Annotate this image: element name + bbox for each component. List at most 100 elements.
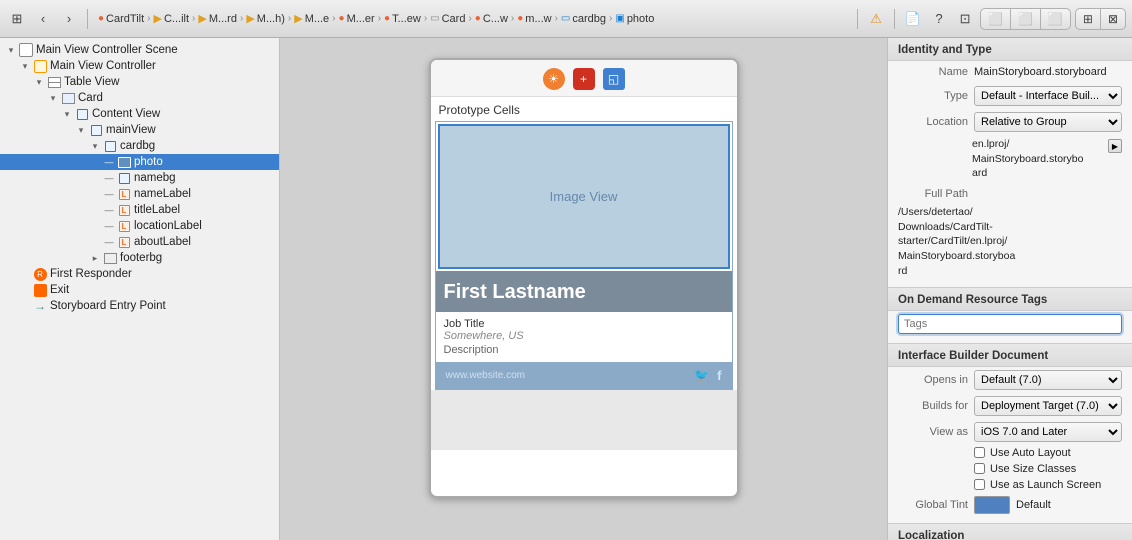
tree-toggle-cardbg[interactable]: ▾ — [88, 141, 102, 152]
tree-item-namelabel[interactable]: — L nameLabel — [0, 186, 279, 202]
tree-item-scene[interactable]: ▾ Main View Controller Scene — [0, 42, 279, 58]
tree-toggle-namelabel[interactable]: — — [102, 189, 116, 199]
tree-item-vc[interactable]: ▾ Main View Controller — [0, 58, 279, 74]
tree-item-footerbg[interactable]: ▸ footerbg — [0, 250, 279, 266]
panel-center-btn[interactable]: ⬜ — [1011, 9, 1041, 29]
tree-toggle-locationlabel[interactable]: — — [102, 221, 116, 231]
opens-in-select[interactable]: Default (7.0) — [974, 370, 1122, 390]
breadcrumb-label-5: M...er — [347, 13, 375, 25]
browse-button[interactable]: ▶ — [1108, 139, 1122, 153]
breadcrumb-item-8[interactable]: ● C...w — [472, 11, 511, 27]
tree-toggle-aboutlabel[interactable]: — — [102, 237, 116, 247]
bottom-gray-area — [431, 390, 737, 450]
twitter-icon: 🐦 — [694, 368, 709, 383]
auto-layout-checkbox[interactable] — [974, 447, 985, 458]
size-classes-checkbox[interactable] — [974, 463, 985, 474]
device-toolbar: ☀ + ◱ — [431, 60, 737, 97]
tree-item-firstresponder[interactable]: R First Responder — [0, 266, 279, 282]
view-as-select[interactable]: iOS 7.0 and Later — [974, 422, 1122, 442]
device-frame: ☀ + ◱ Prototype Cells Image View First L… — [429, 58, 739, 498]
breadcrumb-item-0[interactable]: ● CardTilt — [95, 11, 147, 27]
tree-item-photo[interactable]: — photo — [0, 154, 279, 170]
short-path-row: en.lproj/MainStoryboard.storyboard ▶ — [888, 135, 1132, 183]
card-prototype[interactable]: Image View First Lastname Job Title Some… — [435, 121, 733, 390]
breadcrumb-item-6[interactable]: ● T...ew — [381, 11, 424, 27]
tree-label-entry: Storyboard Entry Point — [50, 300, 166, 312]
exit-icon — [32, 283, 48, 297]
swift-icon-8: ● — [475, 13, 481, 24]
tree-label-cardbg: cardbg — [120, 140, 155, 152]
breadcrumb-item-3[interactable]: ▶ M...h) — [243, 10, 288, 27]
tree-toggle-vc[interactable]: ▾ — [18, 61, 32, 72]
tree-label-titlelabel: titleLabel — [134, 204, 180, 216]
back-button[interactable]: ‹ — [32, 8, 54, 30]
type-select[interactable]: Default - Interface Buil... — [974, 86, 1122, 106]
device-icon-sun[interactable]: ☀ — [543, 68, 565, 90]
breadcrumb-item-4[interactable]: ▶ M...e — [291, 10, 332, 27]
cell-icon — [60, 91, 76, 105]
view-icon-bc: ▭ — [561, 13, 570, 24]
breadcrumb-item-9[interactable]: ● m...w — [514, 11, 554, 27]
sep-right2 — [894, 9, 895, 29]
tree-toggle-contentview[interactable]: ▾ — [60, 109, 74, 120]
name-bar: First Lastname — [436, 271, 732, 312]
name-row: Name MainStoryboard.storyboard — [888, 61, 1132, 83]
editor-standard-btn[interactable]: ⊞ — [1076, 9, 1101, 29]
breadcrumb-item-1[interactable]: ▶ C...ilt — [151, 10, 193, 27]
view-as-row: View as iOS 7.0 and Later — [888, 419, 1132, 445]
canvas-area: ☀ + ◱ Prototype Cells Image View First L… — [280, 38, 887, 540]
description-label: Description — [444, 344, 724, 356]
tree-item-tableview[interactable]: ▾ Table View — [0, 74, 279, 90]
panel-left-btn[interactable]: ⬜ — [981, 9, 1011, 29]
image-view-placeholder[interactable]: Image View — [438, 124, 730, 269]
tree-item-storyboardentry[interactable]: → Storyboard Entry Point — [0, 298, 279, 314]
tree-item-namebg[interactable]: — namebg — [0, 170, 279, 186]
tree-item-mainview[interactable]: ▾ mainView — [0, 122, 279, 138]
file-icon-btn[interactable]: 📄 — [902, 8, 924, 30]
builds-for-select[interactable]: Deployment Target (7.0) — [974, 396, 1122, 416]
help-icon-btn[interactable]: ? — [928, 8, 950, 30]
navigator-panel: ▾ Main View Controller Scene ▾ Main View… — [0, 38, 280, 540]
tags-input[interactable] — [898, 314, 1122, 334]
tree-label-tableview: Table View — [64, 76, 119, 88]
tree-item-exit[interactable]: Exit — [0, 282, 279, 298]
breadcrumb-item-7[interactable]: ▭ Card — [427, 11, 468, 27]
info-section: Job Title Somewhere, US Description — [436, 312, 732, 362]
tree-item-aboutlabel[interactable]: — L aboutLabel — [0, 234, 279, 250]
tree-toggle-titlelabel[interactable]: — — [102, 205, 116, 215]
tree-item-locationlabel[interactable]: — L locationLabel — [0, 218, 279, 234]
label-icon-title: L — [116, 203, 132, 217]
tree-toggle-scene[interactable]: ▾ — [4, 45, 18, 56]
tree-label-contentview: Content View — [92, 108, 160, 120]
navigator-icon-btn[interactable]: ⊡ — [954, 8, 976, 30]
tree-toggle-namebg[interactable]: — — [102, 173, 116, 183]
tree-item-card[interactable]: ▾ Card — [0, 90, 279, 106]
location-select[interactable]: Relative to Group — [974, 112, 1122, 132]
tree-item-titlelabel[interactable]: — L titleLabel — [0, 202, 279, 218]
tree-toggle-card[interactable]: ▾ — [46, 93, 60, 104]
warning-button[interactable]: ⚠ — [865, 8, 887, 30]
tree-toggle-tableview[interactable]: ▾ — [32, 77, 46, 88]
device-icon-plus[interactable]: + — [573, 68, 595, 90]
builds-for-row: Builds for Deployment Target (7.0) — [888, 393, 1132, 419]
tree-toggle-footerbg[interactable]: ▸ — [88, 253, 102, 264]
global-tint-row: Global Tint Default — [888, 493, 1132, 517]
tree-toggle-mainview[interactable]: ▾ — [74, 125, 88, 136]
tree-item-cardbg[interactable]: ▾ cardbg — [0, 138, 279, 154]
panel-toggle-group: ⬜ ⬜ ⬜ — [980, 8, 1071, 30]
tree-toggle-photo[interactable]: — — [102, 157, 116, 167]
breadcrumb-item-11[interactable]: ▣ photo — [612, 11, 657, 27]
grid-icon[interactable]: ⊞ — [6, 8, 28, 30]
panel-right-btn[interactable]: ⬜ — [1041, 9, 1070, 29]
tree-item-contentview[interactable]: ▾ Content View — [0, 106, 279, 122]
tint-swatch[interactable] — [974, 496, 1010, 514]
forward-button[interactable]: › — [58, 8, 80, 30]
main-layout: ▾ Main View Controller Scene ▾ Main View… — [0, 38, 1132, 540]
breadcrumb-item-5[interactable]: ● M...er — [336, 11, 378, 27]
breadcrumb-item-2[interactable]: ▶ M...rd — [195, 10, 240, 27]
device-icon-frame[interactable]: ◱ — [603, 68, 625, 90]
location-label: Somewhere, US — [444, 330, 724, 342]
editor-assistant-btn[interactable]: ⊠ — [1101, 9, 1125, 29]
launch-screen-checkbox[interactable] — [974, 479, 985, 490]
breadcrumb-item-10[interactable]: ▭ cardbg — [558, 11, 609, 27]
